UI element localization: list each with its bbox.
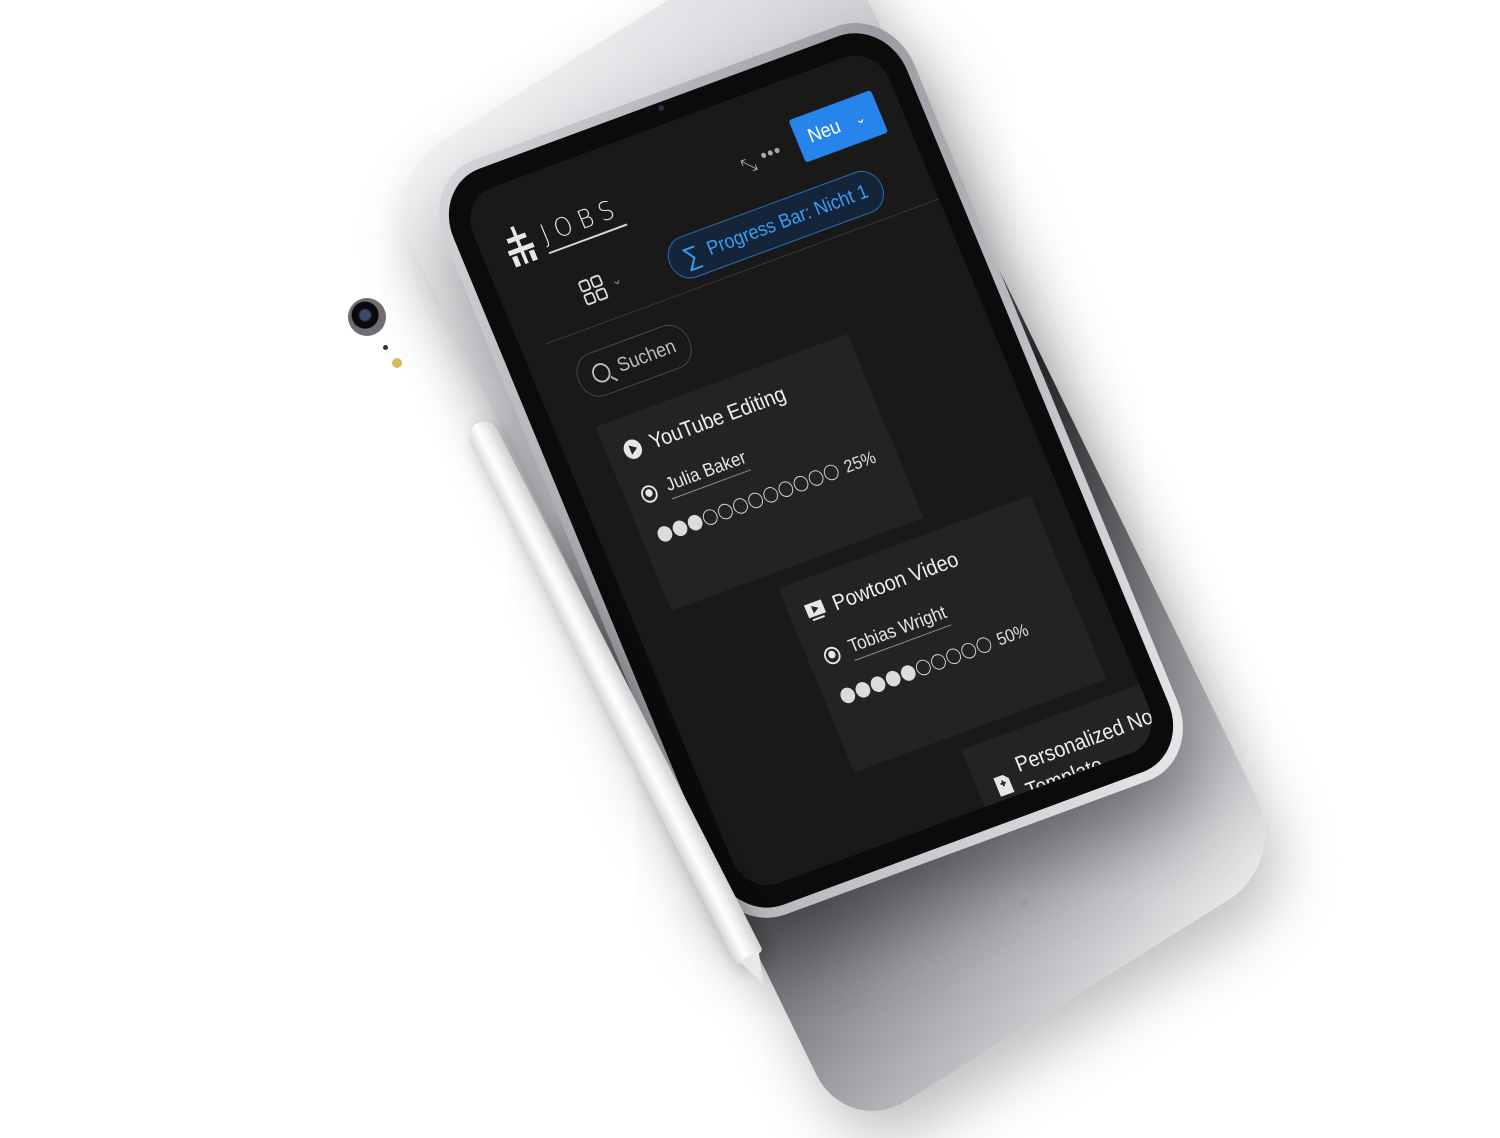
flash-icon: [392, 358, 402, 368]
tablet-bezel: JOBS ⤡ ••• Neu ⌄ ⌄ ∑ Progress Bar: Nicht…: [432, 18, 1190, 923]
chevron-down-icon[interactable]: ⌄: [852, 109, 868, 128]
grid-view-icon[interactable]: [576, 273, 610, 307]
page-title: JOBS: [536, 193, 628, 255]
video-icon: [803, 599, 826, 621]
expand-icon[interactable]: ⤡: [738, 153, 760, 179]
app-screen: JOBS ⤡ ••• Neu ⌄ ⌄ ∑ Progress Bar: Nicht…: [459, 45, 1163, 896]
new-button[interactable]: Neu ⌄: [788, 90, 889, 163]
more-options-icon[interactable]: •••: [757, 139, 786, 168]
progress-percent: 25%: [840, 446, 879, 477]
speaker-grille: [998, 898, 1027, 907]
front-camera-icon: [657, 104, 665, 112]
document-icon: [993, 774, 1015, 797]
new-button-label: Neu: [804, 115, 844, 147]
person-icon: [821, 644, 844, 667]
progress-dot: [821, 462, 841, 483]
search-button[interactable]: Suchen: [569, 319, 699, 403]
microphone-icon: [383, 345, 388, 350]
search-icon: [589, 360, 614, 386]
rear-camera-icon: [348, 298, 386, 336]
play-icon: [623, 439, 642, 459]
person-icon: [638, 482, 661, 506]
search-label: Suchen: [613, 335, 680, 377]
assignee-name[interactable]: Julia Baker: [662, 446, 751, 499]
progress-percent: 50%: [993, 619, 1032, 649]
signpost-icon: [506, 226, 538, 268]
sigma-icon: ∑: [677, 238, 705, 272]
progress-dot: [974, 635, 994, 655]
view-chevron-down-icon[interactable]: ⌄: [608, 270, 624, 289]
